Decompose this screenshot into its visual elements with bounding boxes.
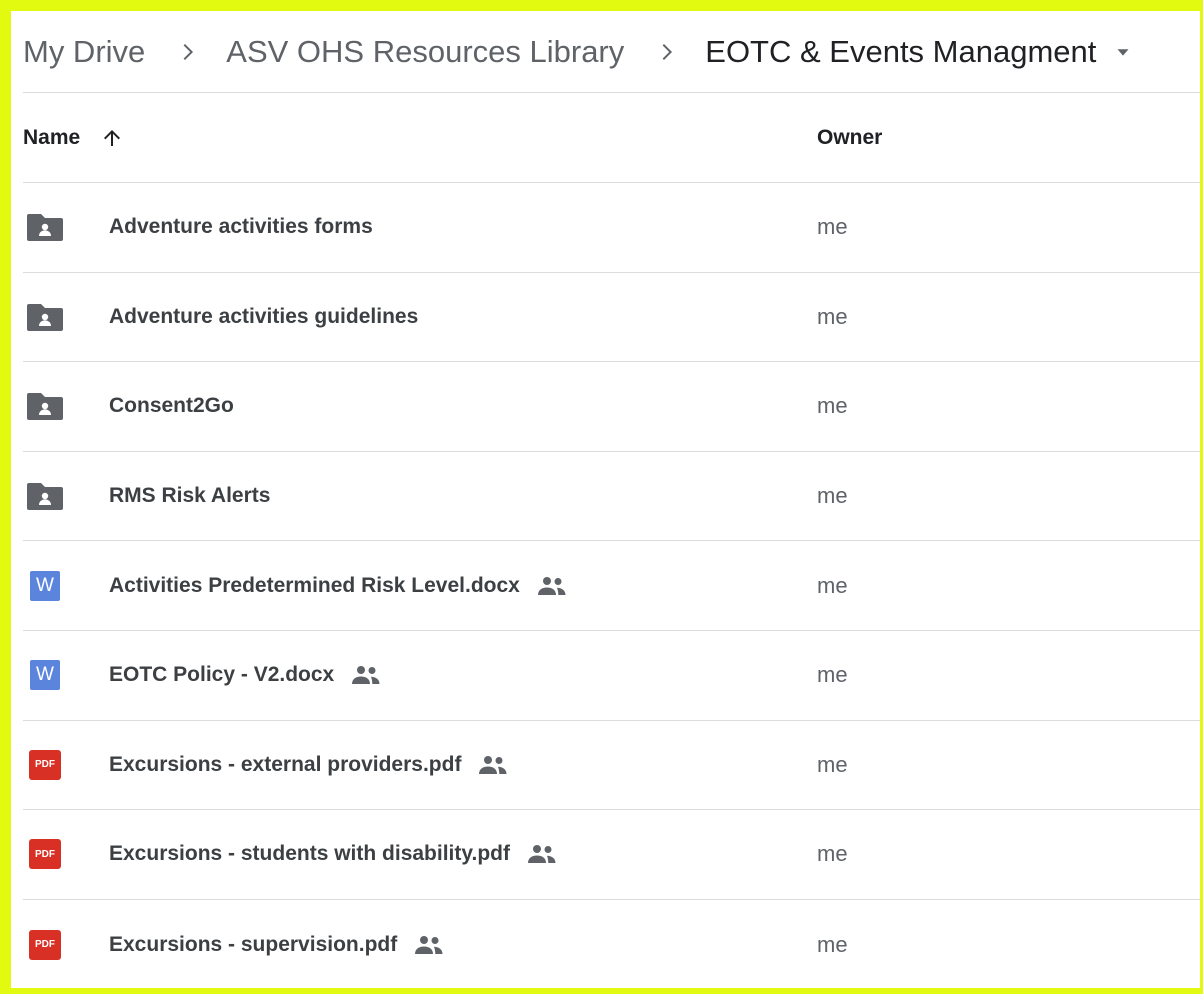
file-row[interactable]: W Activities Predetermined Risk Level.doc…: [23, 541, 1200, 631]
word-doc-icon: W: [26, 570, 64, 601]
pdf-badge-label: PDF: [29, 749, 61, 780]
chevron-right-icon: [175, 40, 199, 64]
pdf-icon: PDF: [26, 749, 64, 780]
file-list-header: Name Owner: [23, 93, 1200, 183]
shared-people-icon: [536, 576, 568, 596]
owner-cell: me: [817, 572, 848, 598]
file-name-cell: Excursions - students with disability.pd…: [109, 842, 558, 866]
file-name: Adventure activities forms: [109, 215, 373, 239]
owner-cell: me: [817, 393, 848, 419]
file-row[interactable]: W EOTC Policy - V2.docx me: [23, 631, 1200, 721]
shared-people-icon: [477, 755, 509, 775]
file-list: Adventure activities forms me Adventure ac…: [23, 183, 1200, 988]
word-badge-label: W: [30, 570, 60, 601]
name-column-label: Name: [23, 125, 81, 149]
file-name: Excursions - students with disability.pd…: [109, 842, 510, 866]
folder-shared-icon: [26, 391, 64, 421]
file-name: RMS Risk Alerts: [109, 484, 271, 508]
file-name: Activities Predetermined Risk Level.docx: [109, 573, 520, 597]
word-doc-icon: W: [26, 660, 64, 691]
breadcrumb-item-my-drive[interactable]: My Drive: [23, 34, 145, 70]
caret-down-icon[interactable]: [1112, 41, 1134, 63]
file-name-cell: Adventure activities forms: [109, 215, 373, 239]
file-row[interactable]: RMS Risk Alerts me: [23, 452, 1200, 542]
file-name-cell: Consent2Go: [109, 394, 234, 418]
file-name: Consent2Go: [109, 394, 234, 418]
name-column-header[interactable]: Name: [23, 126, 124, 150]
drive-window: My Drive ASV OHS Resources Library EOTC …: [0, 0, 1203, 994]
breadcrumb-item-asv-ohs-resources-library[interactable]: ASV OHS Resources Library: [226, 34, 624, 70]
owner-cell: me: [817, 841, 848, 867]
pdf-icon: PDF: [26, 839, 64, 870]
folder-shared-icon: [26, 302, 64, 332]
shared-people-icon: [526, 844, 558, 864]
arrow-up-icon[interactable]: [100, 126, 124, 150]
owner-cell: me: [817, 483, 848, 509]
file-row[interactable]: PDF Excursions - supervision.pdf me: [23, 900, 1200, 988]
chevron-right-icon: [654, 40, 678, 64]
file-name-cell: Excursions - external providers.pdf: [109, 753, 509, 777]
owner-cell: me: [817, 751, 848, 777]
file-row[interactable]: Consent2Go me: [23, 362, 1200, 452]
owner-cell: me: [817, 931, 848, 957]
file-name: Excursions - external providers.pdf: [109, 752, 462, 776]
owner-column-header[interactable]: Owner: [817, 126, 882, 150]
breadcrumb-item-current-folder[interactable]: EOTC & Events Managment: [705, 34, 1096, 70]
file-name-cell: Excursions - supervision.pdf: [109, 933, 445, 957]
shared-people-icon: [350, 665, 382, 685]
owner-cell: me: [817, 303, 848, 329]
owner-cell: me: [817, 214, 848, 240]
file-name-cell: RMS Risk Alerts: [109, 484, 270, 508]
owner-cell: me: [817, 662, 848, 688]
pdf-badge-label: PDF: [29, 839, 61, 870]
shared-people-icon: [413, 935, 445, 955]
pdf-badge-label: PDF: [29, 929, 61, 960]
folder-shared-icon: [26, 212, 64, 242]
file-name: Excursions - supervision.pdf: [109, 932, 398, 956]
file-row[interactable]: Adventure activities guidelines me: [23, 273, 1200, 363]
file-name: Adventure activities guidelines: [109, 304, 419, 328]
file-row[interactable]: PDF Excursions - external providers.pdf me: [23, 721, 1200, 811]
file-row[interactable]: Adventure activities forms me: [23, 183, 1200, 273]
file-name-cell: Activities Predetermined Risk Level.docx: [109, 574, 568, 598]
file-name: EOTC Policy - V2.docx: [109, 663, 335, 687]
file-name-cell: EOTC Policy - V2.docx: [109, 663, 382, 687]
file-name-cell: Adventure activities guidelines: [109, 305, 418, 329]
word-badge-label: W: [30, 660, 60, 691]
file-row[interactable]: PDF Excursions - students with disability…: [23, 810, 1200, 900]
folder-shared-icon: [26, 481, 64, 511]
breadcrumb: My Drive ASV OHS Resources Library EOTC …: [23, 11, 1200, 93]
pdf-icon: PDF: [26, 929, 64, 960]
